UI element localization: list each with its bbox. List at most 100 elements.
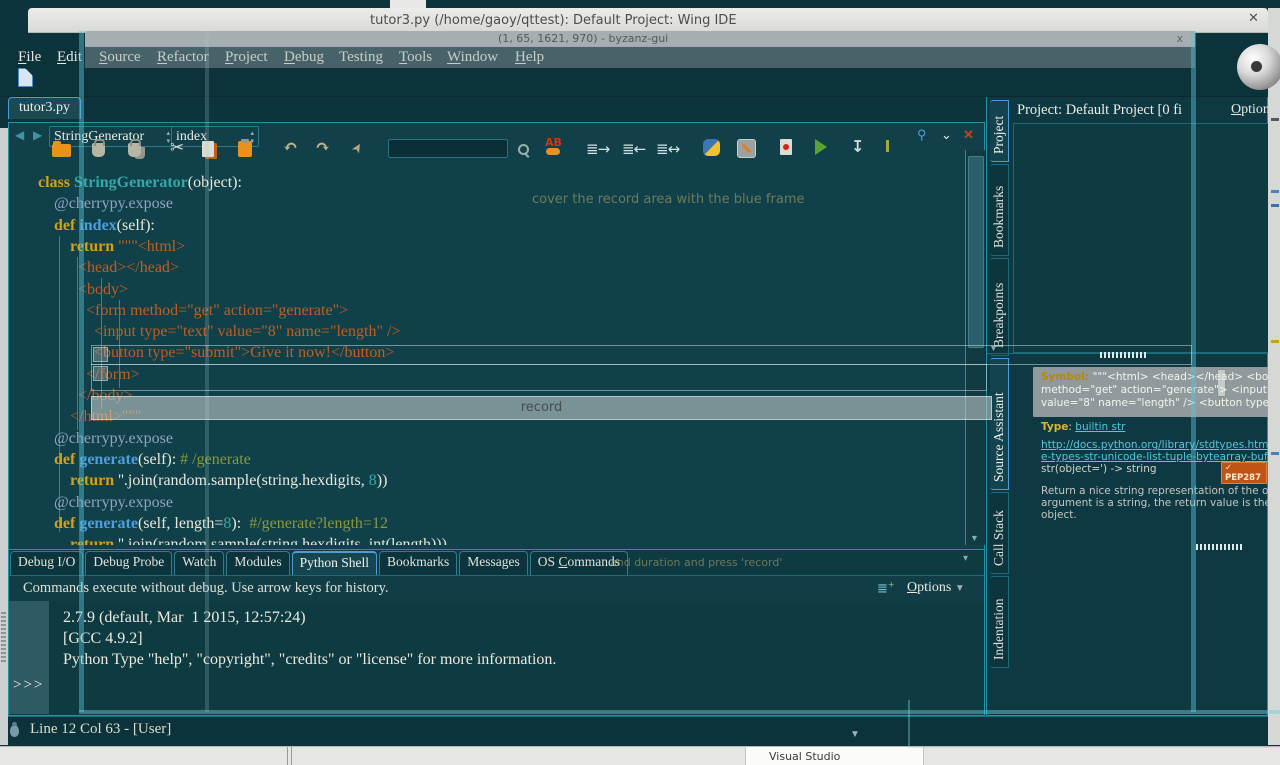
- shell-output-line: [GCC 4.9.2]: [63, 630, 143, 648]
- panel-chevron-icon[interactable]: ▾: [963, 553, 968, 564]
- docs-url-link[interactable]: http://docs.python.org/library/stdtypes.…: [1041, 439, 1280, 451]
- code-line: <input type="text" value="8" name="lengt…: [38, 321, 400, 342]
- menu-file[interactable]: File: [18, 49, 41, 66]
- shell-gutter: [9, 601, 49, 714]
- step-into-icon[interactable]: [851, 137, 864, 156]
- indent-right-icon[interactable]: ≣→: [586, 140, 609, 158]
- record-area-outline: [91, 345, 1192, 365]
- nav-back-icon[interactable]: ◀: [15, 128, 24, 143]
- record-button[interactable]: record: [91, 396, 992, 420]
- taskbar-item-label: Visual Studio: [769, 750, 840, 763]
- code-line: return ''.join(random.sample(string.hexd…: [38, 534, 447, 545]
- project-file-list[interactable]: [1013, 123, 1268, 353]
- side-tab-indentation[interactable]: Indentation: [990, 576, 1009, 668]
- shell-toolbar: Commands execute without debug. Use arro…: [9, 575, 984, 603]
- background-window-left-strip: [0, 128, 8, 745]
- code-line: class StringGenerator(object):: [38, 172, 242, 193]
- record-area-outline: [91, 364, 987, 391]
- record-frame-left[interactable]: [79, 31, 84, 712]
- close-icon[interactable]: ✕: [1248, 11, 1259, 26]
- scrollbar-thumb[interactable]: [968, 156, 984, 348]
- pep287-badge: ✓ PEP287: [1221, 462, 1267, 484]
- run-icon[interactable]: [815, 139, 827, 155]
- tab-bookmarks[interactable]: Bookmarks: [379, 551, 457, 575]
- save-all-icon[interactable]: [128, 143, 141, 157]
- code-line: @cherrypy.expose: [38, 193, 173, 214]
- nav-forward-icon[interactable]: ▶: [33, 128, 42, 143]
- undo-icon[interactable]: [283, 137, 298, 158]
- bottom-panel-tabs: Debug I/ODebug ProbeWatchModulesPython S…: [10, 551, 628, 575]
- chevron-down-icon[interactable]: ⌄: [941, 127, 952, 143]
- taskbar-divider: [287, 747, 292, 765]
- tab-label: tutor3.py: [19, 100, 70, 115]
- shell-output-line: Python Type "help", "copyright", "credit…: [63, 651, 556, 669]
- drag-handle-icon[interactable]: [1, 612, 6, 664]
- drag-handle-icon[interactable]: [1196, 544, 1242, 550]
- type-line: Type: builtin str: [1041, 421, 1125, 433]
- tab-python-shell[interactable]: Python Shell: [292, 551, 377, 575]
- python-icon[interactable]: [703, 139, 720, 156]
- byzanz-close-icon[interactable]: x: [1176, 32, 1183, 45]
- toolbar: ≣→≣←≣↔: [0, 68, 1268, 97]
- tab-debug-i-o[interactable]: Debug I/O: [10, 551, 83, 575]
- right-panel: Project Bookmarks Breakpoints Project: Def…: [986, 96, 1268, 716]
- close-split-icon[interactable]: ✕: [963, 127, 974, 143]
- tab-debug-probe[interactable]: Debug Probe: [85, 551, 172, 575]
- shell-options-button[interactable]: Options ▼: [907, 580, 965, 596]
- description-line: argument is a string, the return value i…: [1041, 497, 1280, 509]
- indent-left-icon[interactable]: ≣←: [622, 140, 645, 158]
- tab-messages[interactable]: Messages: [459, 551, 528, 575]
- side-tab-breakpoints[interactable]: Breakpoints: [990, 258, 1009, 356]
- desktop-sphere-icon[interactable]: [1237, 44, 1280, 90]
- resize-handle[interactable]: [93, 347, 108, 362]
- open-folder-icon[interactable]: [52, 144, 71, 157]
- record-frame-right[interactable]: [1191, 31, 1196, 712]
- bug-icon[interactable]: [10, 725, 19, 737]
- window-fragment: [1271, 452, 1279, 455]
- window-fragment: [1271, 204, 1279, 207]
- code-line: def index(self):: [38, 215, 155, 236]
- redo-icon[interactable]: [315, 137, 330, 158]
- splitter-menu-icon[interactable]: ⚲: [917, 127, 927, 143]
- cut-icon[interactable]: [170, 138, 184, 158]
- new-file-icon[interactable]: [18, 68, 33, 87]
- tab-watch[interactable]: Watch: [174, 551, 224, 575]
- taskbar: Visual Studio: [0, 746, 1280, 765]
- paste-icon[interactable]: [238, 141, 252, 157]
- search-input[interactable]: [388, 139, 508, 158]
- code-line: return ''.join(random.sample(string.hexd…: [38, 470, 387, 491]
- side-tab-source-assistant[interactable]: Source Assistant: [990, 358, 1009, 490]
- byzanz-window-corner: [908, 700, 1280, 748]
- configure-icon[interactable]: [737, 139, 756, 158]
- resize-handle[interactable]: [93, 366, 108, 381]
- drag-handle-icon[interactable]: [1100, 352, 1148, 358]
- python-shell[interactable]: >>> 2.7.9 (default, Mar 1 2015, 12:57:24…: [9, 601, 984, 714]
- code-line: @cherrypy.expose: [38, 428, 173, 449]
- signature-text: str(object=') -> string: [1041, 463, 1157, 475]
- save-icon[interactable]: [92, 143, 105, 157]
- new-prompt-icon[interactable]: ≣+: [877, 580, 895, 596]
- record-frame-bottom[interactable]: [79, 710, 1280, 714]
- side-tab-bookmarks[interactable]: Bookmarks: [990, 164, 1009, 256]
- search-icon[interactable]: [518, 144, 529, 155]
- record-hint-text: cover the record area with the blue fram…: [532, 192, 804, 207]
- symbol-label: Symbol:: [1041, 371, 1093, 383]
- project-panel-title: Project: Default Project [0 fi: [1017, 102, 1182, 119]
- symbol-line: value="8" name="length" /> <button type=…: [1041, 397, 1271, 409]
- side-tab-call-stack[interactable]: Call Stack: [990, 492, 1009, 574]
- tab-modules[interactable]: Modules: [226, 551, 289, 575]
- builtin-str-link[interactable]: builtin str: [1075, 421, 1125, 433]
- side-tab-project[interactable]: Project: [990, 100, 1009, 162]
- window-fragment: [1271, 340, 1279, 343]
- toggle-case-icon[interactable]: [545, 138, 561, 155]
- scroll-down-icon[interactable]: ▼: [970, 533, 979, 543]
- code-line: def generate(self): # /generate: [38, 449, 251, 470]
- chevron-down-icon: ▼: [955, 583, 965, 594]
- symbol-line: method="get" action="generate"> <input t…: [1041, 384, 1271, 396]
- window-titlebar[interactable]: tutor3.py (/home/gaoy/qttest): Default P…: [28, 8, 1268, 33]
- run-to-cursor-icon[interactable]: [885, 138, 889, 156]
- debug-file-icon[interactable]: [780, 139, 792, 155]
- indent-match-icon[interactable]: ≣↔: [656, 140, 679, 158]
- taskbar-item-visual-studio[interactable]: Visual Studio: [745, 747, 924, 765]
- tab-tutor3-py[interactable]: tutor3.py: [8, 97, 81, 119]
